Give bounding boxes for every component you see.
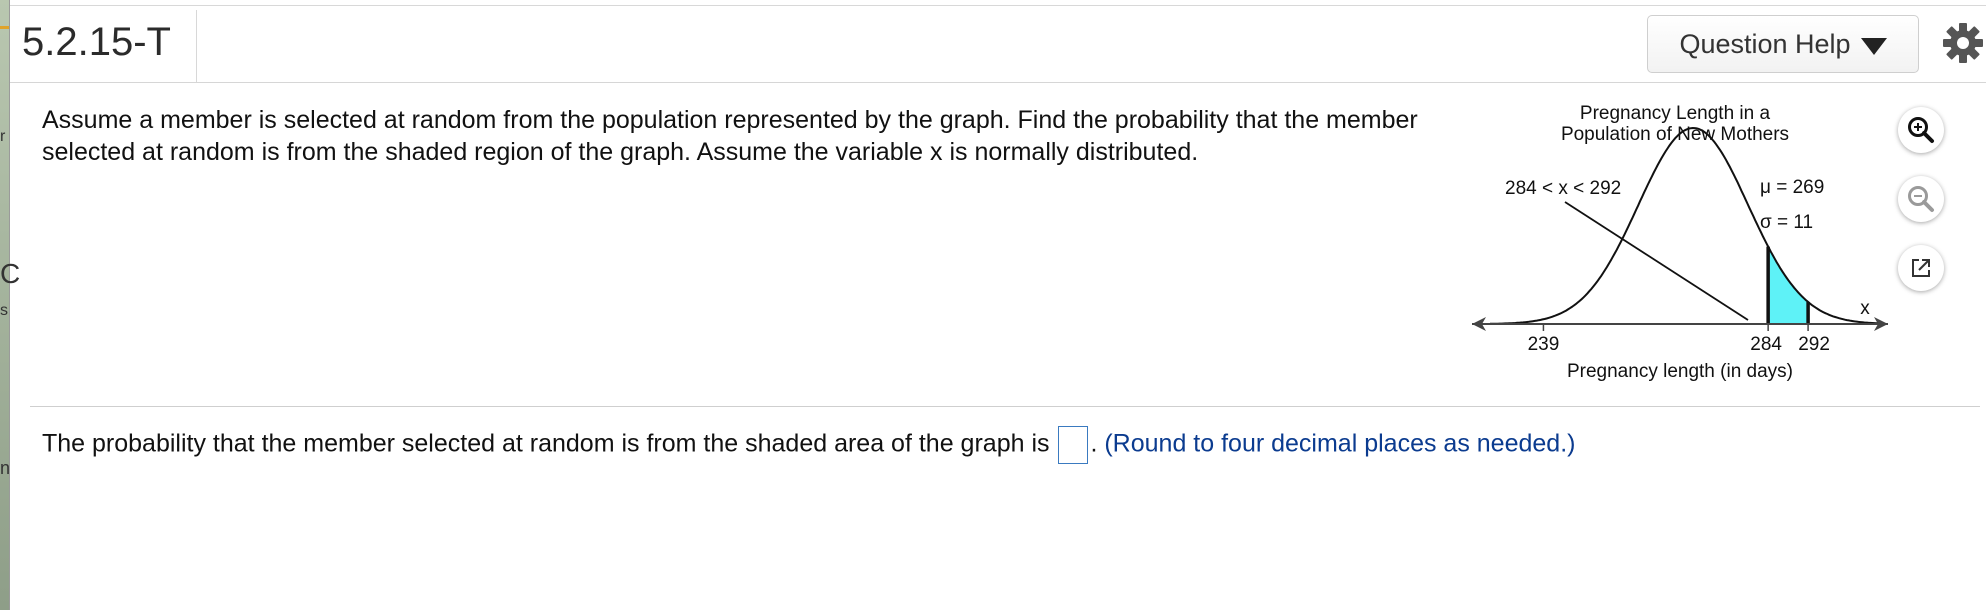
left-strip-glyph: r bbox=[0, 128, 6, 145]
zoom-out-button[interactable] bbox=[1898, 176, 1944, 222]
zoom-in-icon bbox=[1908, 117, 1934, 143]
question-help-button[interactable]: Question Help bbox=[1647, 15, 1919, 73]
axis-variable-label: x bbox=[1860, 298, 1870, 319]
question-text: Assume a member is selected at random fr… bbox=[42, 106, 1418, 166]
external-link-icon bbox=[1912, 259, 1930, 277]
question-header: 5.2.15-T Question Help bbox=[10, 6, 1986, 83]
left-strip-glyph: s bbox=[0, 302, 8, 319]
dropdown-triangle-icon bbox=[1860, 37, 1887, 55]
header-divider bbox=[196, 10, 197, 82]
normal-curve bbox=[1490, 126, 1881, 325]
left-background-strip: r C s n bbox=[0, 0, 20, 610]
popout-button[interactable] bbox=[1898, 245, 1944, 291]
graph-title-line2: Population of New Mothers bbox=[1561, 124, 1789, 145]
left-strip-glyph: n bbox=[0, 458, 11, 478]
tick-label-239: 239 bbox=[1528, 334, 1560, 355]
sd-label: σ = 11 bbox=[1760, 212, 1813, 233]
zoom-in-button[interactable] bbox=[1898, 107, 1944, 153]
answer-suffix: . bbox=[1090, 429, 1098, 458]
range-label: 284 < x < 292 bbox=[1505, 178, 1621, 199]
left-strip-accent bbox=[0, 26, 9, 29]
graph-title-line1: Pregnancy Length in a bbox=[1580, 103, 1771, 124]
answer-prefix: The probability that the member selected… bbox=[42, 429, 1050, 458]
question-id: 5.2.15-T bbox=[22, 20, 171, 64]
left-strip-glyph: C bbox=[0, 258, 21, 289]
question-help-label: Question Help bbox=[1679, 28, 1851, 59]
tick-label-292: 292 bbox=[1798, 334, 1830, 355]
gear-icon[interactable] bbox=[1940, 20, 1986, 66]
mean-label: μ = 269 bbox=[1760, 177, 1824, 198]
x-axis-title: Pregnancy length (in days) bbox=[1567, 361, 1793, 382]
tick-label-284: 284 bbox=[1750, 334, 1782, 355]
zoom-out-icon bbox=[1908, 186, 1934, 212]
normal-distribution-graph: Pregnancy Length in a Population of New … bbox=[1472, 103, 1888, 382]
answer-line: The probability that the member selected… bbox=[42, 426, 1575, 464]
section-divider bbox=[30, 406, 1980, 407]
answer-input[interactable] bbox=[1058, 426, 1089, 464]
pointer-line bbox=[1564, 201, 1749, 321]
rounding-hint: (Round to four decimal places as needed.… bbox=[1104, 429, 1576, 458]
